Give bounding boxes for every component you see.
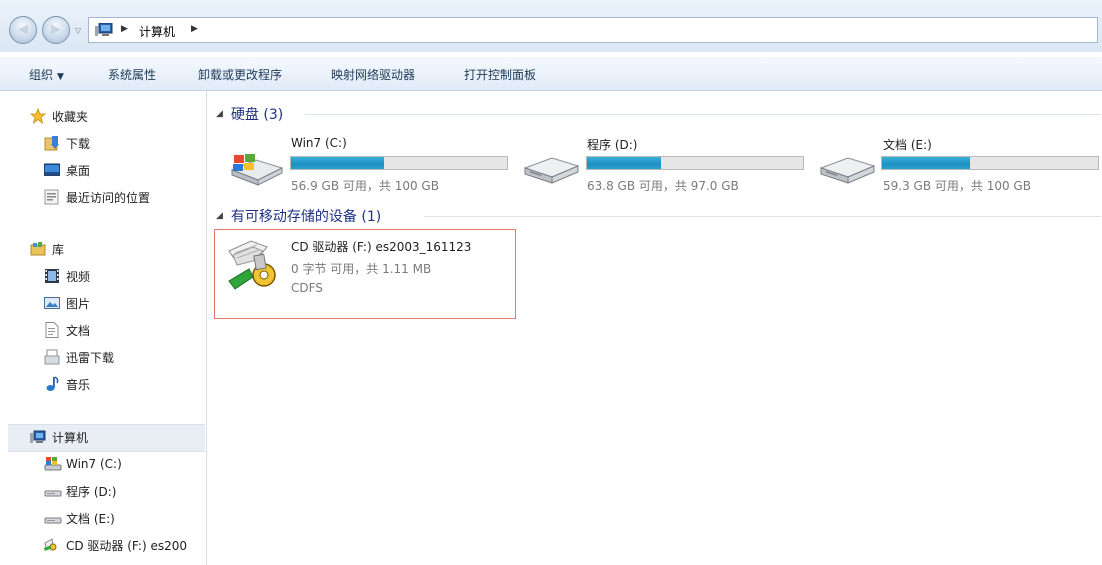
group-header-removable[interactable]: ◢ 有可移动存储的设备 (1) [216,206,381,226]
system-drive-icon [44,456,62,472]
nav-libraries-label: 库 [52,242,65,257]
computer-icon [30,429,46,445]
drive-usage-bar [586,156,804,170]
cd-drive-icon [44,537,60,553]
cd-drive-icon [228,240,276,290]
drive-usage-fill [882,157,970,169]
open-control-panel-button[interactable]: 打开控制面板 [464,66,536,83]
folder-icon [44,349,60,365]
computer-icon [95,23,113,36]
command-toolbar: 组织 ▼ 系统属性 卸载或更改程序 映射网络驱动器 打开控制面板 [0,57,1102,91]
music-note-icon [44,376,60,392]
group-divider [305,114,1101,115]
breadcrumb-separator-icon[interactable]: ▶ [121,24,128,34]
drive-usage-fill [587,157,661,169]
nav-libraries[interactable]: 库 [30,239,64,259]
drive-free-space: 59.3 GB 可用，共 100 GB [883,179,1031,193]
forward-button[interactable]: ▶ [42,16,70,44]
nav-item-videos[interactable]: 视频 [44,266,90,286]
nav-item-label: 视频 [66,269,91,284]
hard-drive-icon [819,157,876,184]
nav-item-pictures[interactable]: 图片 [44,293,90,313]
hard-drive-icon [44,483,62,499]
nav-item-label: Win7 (C:) [66,457,122,471]
nav-item-label: 下载 [66,136,91,151]
nav-item-downloads[interactable]: 下载 [44,133,90,153]
organize-label: 组织 [29,68,54,82]
breadcrumb-computer[interactable]: 计算机 [139,23,175,40]
drive-usage-bar [881,156,1099,170]
breadcrumb-separator-icon[interactable]: ▶ [191,24,198,34]
collapse-triangle-icon[interactable]: ◢ [216,211,223,221]
group-header-hard-disks[interactable]: ◢ 硬盘 (3) [216,104,283,124]
map-network-drive-button[interactable]: 映射网络驱动器 [331,66,415,83]
nav-item-label: 图片 [66,296,91,311]
nav-item-label: 桌面 [66,163,91,178]
drive-name: 程序 (D:) [587,138,638,152]
hard-drive-icon [523,157,580,184]
back-arrow-icon: ◀ [18,22,28,37]
drive-usage-fill [291,157,385,169]
nav-item-music[interactable]: 音乐 [44,374,90,394]
cd-drive-filesystem: CDFS [291,281,323,295]
recent-pages-dropdown-icon[interactable]: ▽ [75,26,81,35]
nav-item-label: CD 驱动器 (F:) es200 [66,538,187,553]
drive-free-space: 63.8 GB 可用，共 97.0 GB [587,179,739,193]
downloads-folder-icon [44,135,60,151]
desktop-icon [43,162,61,178]
nav-computer[interactable]: 计算机 [30,427,88,447]
nav-item-label: 迅雷下载 [66,350,115,365]
document-icon [44,322,60,338]
organize-menu[interactable]: 组织 ▼ [29,66,64,83]
system-properties-button[interactable]: 系统属性 [108,66,156,83]
libraries-icon [30,241,46,257]
nav-item-drive-c[interactable]: Win7 (C:) [44,454,122,474]
group-header-label: 有可移动存储的设备 (1) [230,209,382,225]
nav-item-label: 文档 [66,323,91,338]
nav-favorites[interactable]: 收藏夹 [29,106,89,126]
nav-item-cd-drive[interactable]: CD 驱动器 (F:) es200 [44,535,204,555]
video-icon [44,268,60,284]
cd-drive-name: CD 驱动器 (F:) es2003_161123 [291,240,472,254]
uninstall-program-button[interactable]: 卸载或更改程序 [198,66,282,83]
drive-free-space: 56.9 GB 可用，共 100 GB [291,179,439,193]
address-area: ◀ ▶ ▽ ▶ 计算机 ▶ [0,0,1102,52]
nav-item-thunder-downloads[interactable]: 迅雷下载 [44,347,114,367]
star-icon [29,107,47,125]
back-button[interactable]: ◀ [9,16,37,44]
drive-name: 文档 (E:) [883,138,932,152]
group-header-label: 硬盘 (3) [230,107,284,123]
hard-drive-icon [44,510,62,526]
nav-item-label: 最近访问的位置 [66,190,151,205]
collapse-triangle-icon[interactable]: ◢ [216,109,223,119]
chevron-down-icon: ▼ [57,72,64,82]
nav-item-drive-e[interactable]: 文档 (E:) [44,508,115,528]
group-divider [424,216,1101,217]
nav-item-label: 文档 (E:) [66,511,115,526]
picture-icon [44,295,60,311]
cd-drive-tile[interactable]: CD 驱动器 (F:) es2003_161123 0 字节 可用，共 1.11… [214,229,516,319]
nav-item-label: 音乐 [66,377,91,392]
nav-item-recent-places[interactable]: 最近访问的位置 [44,187,150,207]
address-bar[interactable]: ▶ 计算机 ▶ [88,17,1098,43]
nav-favorites-label: 收藏夹 [52,109,89,124]
forward-arrow-icon: ▶ [51,22,61,37]
nav-item-drive-d[interactable]: 程序 (D:) [44,481,116,501]
nav-computer-label: 计算机 [52,430,89,445]
cd-drive-free-space: 0 字节 可用，共 1.11 MB [291,262,432,276]
nav-item-label: 程序 (D:) [66,484,117,499]
recent-places-icon [44,189,60,205]
nav-item-documents[interactable]: 文档 [44,320,90,340]
drive-name: Win7 (C:) [291,136,347,150]
system-drive-icon [230,154,284,186]
drive-usage-bar [290,156,508,170]
nav-item-desktop[interactable]: 桌面 [43,160,91,180]
navigation-pane: 收藏夹 下载 桌面 最近访问的位置 库 视频 图片 文档 迅雷下载 音乐 计算机… [0,91,207,565]
